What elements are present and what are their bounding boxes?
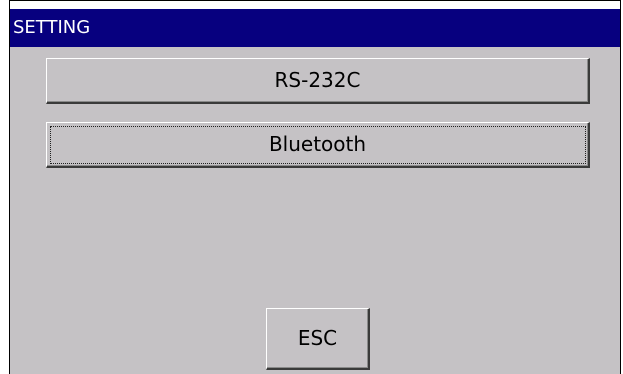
- window-title: SETTING: [13, 17, 91, 38]
- rs232c-button-label: RS-232C: [274, 68, 361, 92]
- top-strip: [10, 1, 620, 9]
- setting-window: SETTING RS-232C Bluetooth ESC: [9, 0, 621, 374]
- esc-button[interactable]: ESC: [266, 308, 370, 370]
- rs232c-button[interactable]: RS-232C: [46, 58, 590, 104]
- title-bar: SETTING: [10, 9, 620, 47]
- bluetooth-button-label: Bluetooth: [268, 132, 367, 156]
- esc-button-label: ESC: [297, 326, 338, 350]
- bluetooth-button[interactable]: Bluetooth: [46, 122, 590, 168]
